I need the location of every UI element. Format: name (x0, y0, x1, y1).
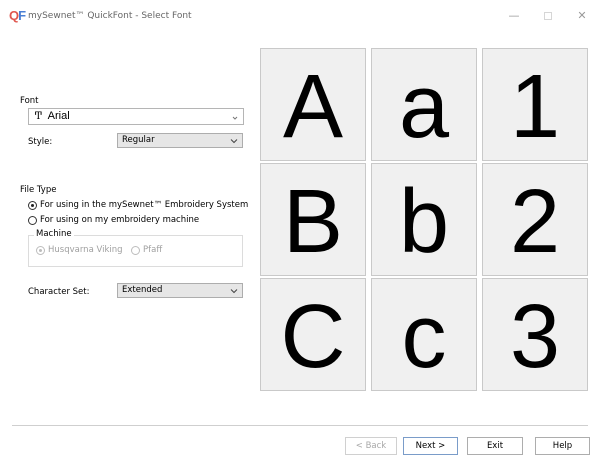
chevron-down-icon (232, 116, 238, 120)
app-logo-icon: QF (9, 8, 26, 23)
character-set-label: Character Set: (28, 287, 90, 297)
preview-cell: b (371, 163, 477, 276)
preview-cell: A (260, 48, 366, 161)
file-type-machine-label: For using on my embroidery machine (40, 215, 200, 225)
next-button[interactable]: Next > (403, 437, 458, 455)
preview-cell: C (260, 278, 366, 391)
file-type-machine-radio[interactable]: For using on my embroidery machine (28, 215, 199, 225)
font-label: Font (20, 96, 39, 106)
font-combo[interactable]: Ͳ Arial (28, 108, 244, 125)
back-button[interactable]: < Back (345, 437, 397, 455)
radio-indicator (36, 245, 45, 255)
style-dropdown[interactable]: Regular (117, 133, 243, 148)
character-set-value: Extended (122, 285, 163, 295)
truetype-font-icon: Ͳ (35, 111, 42, 122)
help-button[interactable]: Help (535, 437, 590, 455)
preview-cell: B (260, 163, 366, 276)
preview-glyph: b (398, 171, 450, 272)
preview-glyph: C (280, 286, 346, 387)
style-label: Style: (28, 137, 53, 147)
preview-glyph: 2 (509, 171, 561, 272)
preview-cell: 1 (482, 48, 588, 161)
window-title: mySewnet™ QuickFont - Select Font (28, 11, 192, 21)
footer-divider (12, 425, 588, 426)
font-combo-value: Arial (47, 110, 70, 122)
preview-cell: a (371, 48, 477, 161)
exit-button[interactable]: Exit (467, 437, 523, 455)
radio-indicator (131, 245, 140, 255)
chevron-down-icon (230, 139, 238, 144)
preview-glyph: a (398, 56, 450, 157)
preview-glyph: c (401, 286, 447, 387)
file-type-system-radio[interactable]: For using in the mySewnet™ Embroidery Sy… (28, 200, 248, 210)
maximize-icon (544, 12, 552, 20)
file-type-system-label: For using in the mySewnet™ Embroidery Sy… (40, 200, 249, 210)
preview-cell: 2 (482, 163, 588, 276)
machine-pfaff-label: Pfaff (143, 245, 163, 255)
machine-husqvarna-label: Husqvarna Viking (48, 245, 123, 255)
radio-indicator (28, 200, 37, 210)
machine-pfaff-radio[interactable]: Pfaff (131, 245, 162, 255)
title-bar: QF mySewnet™ QuickFont - Select Font — ✕ (0, 0, 592, 30)
file-type-label: File Type (20, 185, 57, 195)
machine-group-label: Machine (34, 229, 74, 239)
radio-indicator (28, 215, 37, 225)
minimize-button[interactable]: — (504, 7, 524, 25)
preview-glyph: 1 (509, 56, 561, 157)
close-button[interactable]: ✕ (572, 7, 592, 25)
style-dropdown-value: Regular (122, 135, 155, 145)
preview-glyph: 3 (509, 286, 561, 387)
preview-glyph: B (282, 171, 344, 272)
maximize-button[interactable] (538, 7, 558, 25)
preview-cell: 3 (482, 278, 588, 391)
character-set-dropdown[interactable]: Extended (117, 283, 243, 298)
chevron-down-icon (230, 289, 238, 294)
machine-husqvarna-radio[interactable]: Husqvarna Viking (36, 245, 123, 255)
preview-glyph: A (282, 56, 344, 157)
preview-cell: c (371, 278, 477, 391)
